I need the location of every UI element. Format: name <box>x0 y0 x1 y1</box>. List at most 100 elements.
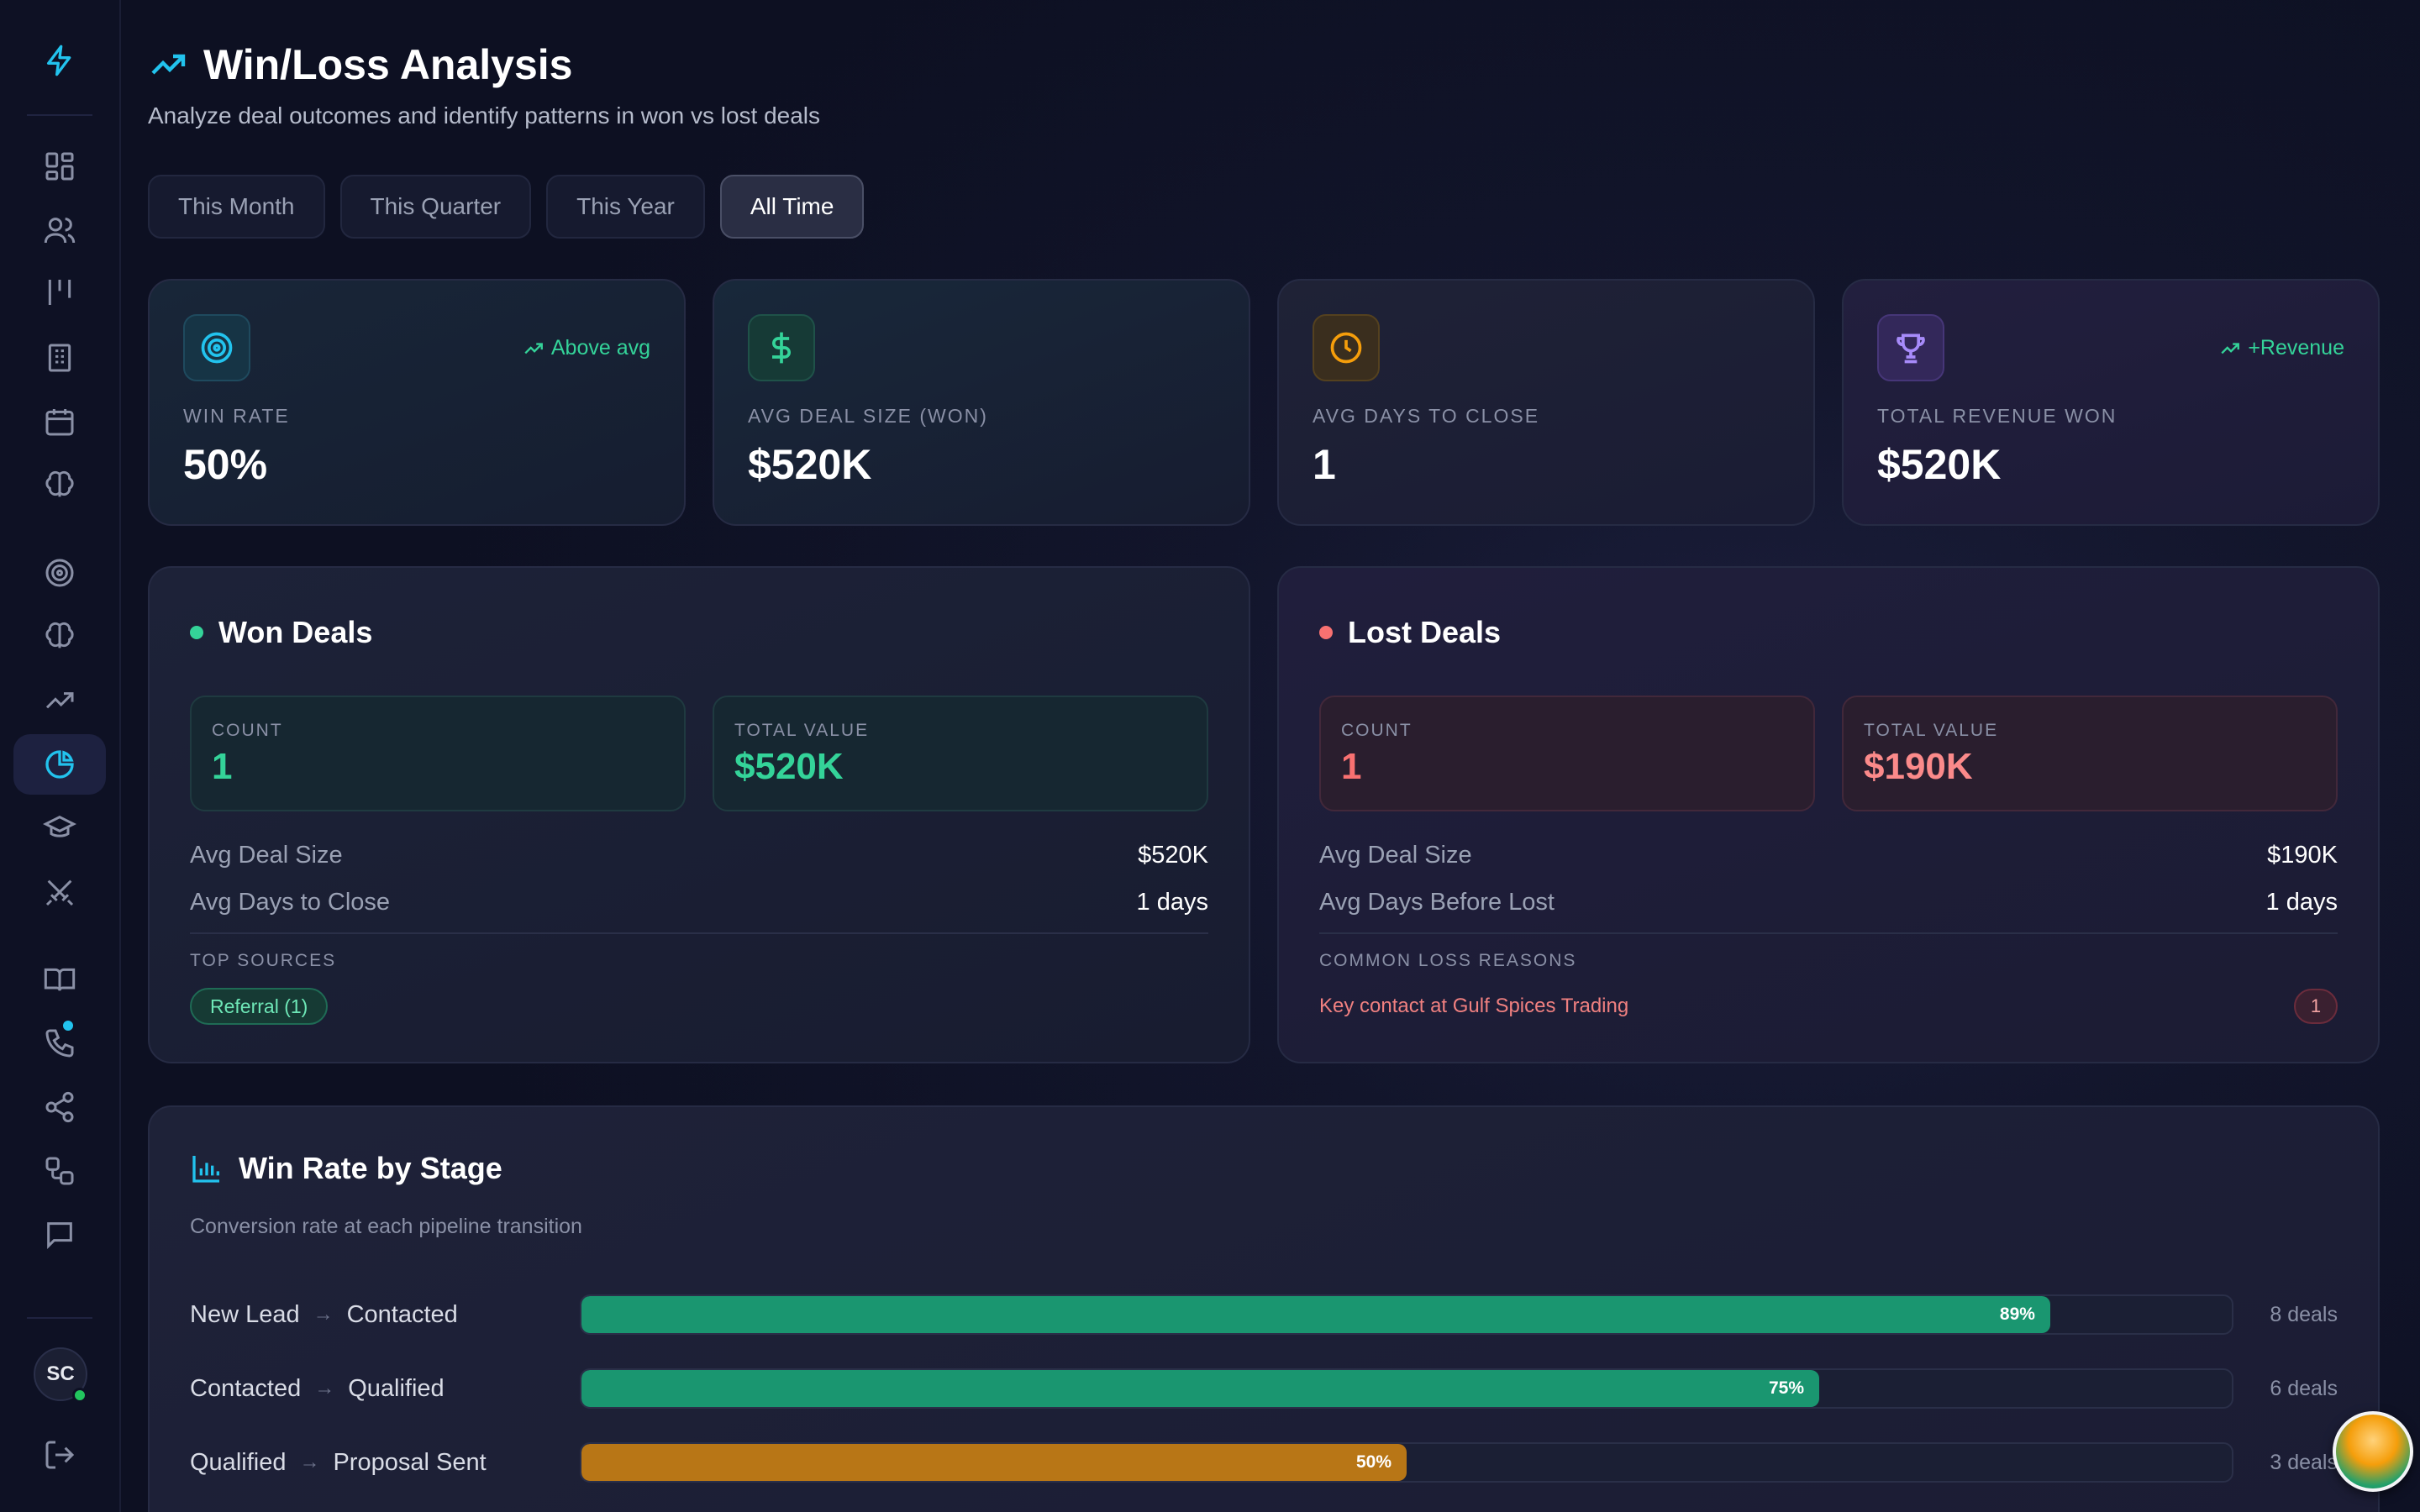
clock-icon <box>1313 314 1380 381</box>
stage-row: Qualified → Proposal Sent 50% 3 deals <box>190 1441 2338 1483</box>
progress-fill: 50% <box>581 1444 1407 1481</box>
stage-transition-label: Qualified → Proposal Sent <box>190 1449 580 1477</box>
loss-reason-item: Key contact at Gulf Spices Trading 1 <box>1319 988 2338 1025</box>
rate-label: 50% <box>1355 1452 1392 1472</box>
won-avg-size-value: $520K <box>1138 842 1208 869</box>
lost-avg-days-row: Avg Days Before Lost 1 days <box>1319 889 2338 916</box>
loss-reason-count-badge: 1 <box>2294 989 2338 1024</box>
kpi-card-win-rate: Above avg WIN RATE 50% <box>148 279 686 526</box>
target-icon <box>183 314 250 381</box>
brain-icon-2[interactable] <box>13 606 106 667</box>
stage-title-text: Win Rate by Stage <box>239 1151 502 1185</box>
rate-label: 89% <box>1999 1305 2035 1324</box>
won-status-dot <box>190 626 203 639</box>
logout-icon[interactable] <box>13 1425 106 1485</box>
trend-text: +Revenue <box>2248 336 2344 360</box>
trend-badge: +Revenue <box>2219 336 2344 360</box>
source-tag[interactable]: Referral (1) <box>190 988 329 1025</box>
kpi-label: TOTAL REVENUE WON <box>1877 405 2118 427</box>
loss-reasons-label: COMMON LOSS REASONS <box>1319 951 1577 970</box>
won-avg-days-value: 1 days <box>1136 889 1208 916</box>
dollar-icon <box>748 314 815 381</box>
lost-status-dot <box>1319 626 1333 639</box>
kpi-label: AVG DAYS TO CLOSE <box>1313 405 1540 427</box>
deals-count: 8 deals <box>2270 1302 2338 1326</box>
won-count-value: 1 <box>212 746 233 787</box>
stage-from: Contacted <box>190 1374 302 1402</box>
won-count-box: COUNT 1 <box>190 696 686 811</box>
top-sources-label: TOP SOURCES <box>190 951 337 970</box>
logo-bolt-icon[interactable] <box>13 30 106 91</box>
lost-avg-days-value: 1 days <box>2265 889 2338 916</box>
swords-icon[interactable] <box>13 862 106 922</box>
kpi-value: 50% <box>183 441 268 488</box>
trending-up-icon[interactable] <box>13 670 106 731</box>
brain-icon[interactable] <box>13 455 106 516</box>
stage-subtitle: Conversion rate at each pipeline transit… <box>190 1215 582 1238</box>
tab-this-quarter[interactable]: This Quarter <box>339 175 532 239</box>
page-title: Win/Loss Analysis <box>203 41 573 88</box>
kpi-card-avg-days: AVG DAYS TO CLOSE 1 <box>1277 279 1815 526</box>
stage-transition-label: New Lead → Contacted <box>190 1301 580 1329</box>
period-tabs: This Month This Quarter This Year All Ti… <box>148 175 865 239</box>
kpi-value: $520K <box>1877 441 2002 488</box>
progress-track: 75% <box>580 1368 2233 1409</box>
trend-badge: Above avg <box>523 336 650 360</box>
message-icon[interactable] <box>13 1205 106 1265</box>
stage-row: Contacted → Qualified 75% 6 deals <box>190 1368 2338 1410</box>
won-total-value: $520K <box>734 746 844 787</box>
lost-avg-days-label: Avg Days Before Lost <box>1319 889 1555 916</box>
won-avg-size-label: Avg Deal Size <box>190 842 343 869</box>
sidebar-divider-2 <box>27 1317 92 1319</box>
lost-total-box: TOTAL VALUE $190K <box>1842 696 2338 811</box>
stage-to: Qualified <box>348 1374 445 1402</box>
target-icon[interactable] <box>13 543 106 603</box>
stage-row: New Lead → Contacted 89% 8 deals <box>190 1294 2338 1336</box>
graduation-cap-icon[interactable] <box>13 798 106 858</box>
deals-count: 3 deals <box>2270 1450 2338 1474</box>
progress-track: 89% <box>580 1294 2233 1335</box>
trending-up-icon <box>151 54 186 75</box>
trending-up-icon <box>2221 342 2240 354</box>
book-icon[interactable] <box>13 949 106 1010</box>
arrow-right-icon: → <box>299 1451 320 1473</box>
tab-all-time[interactable]: All Time <box>719 175 865 239</box>
pie-chart-icon[interactable] <box>13 734 106 795</box>
kpi-value: 1 <box>1313 441 1336 488</box>
workflow-icon[interactable] <box>13 1141 106 1201</box>
share-icon[interactable] <box>13 1077 106 1137</box>
trophy-icon <box>1877 314 1944 381</box>
contacts-icon[interactable] <box>13 200 106 260</box>
lost-avg-size-value: $190K <box>2267 842 2338 869</box>
deals-count: 6 deals <box>2270 1376 2338 1400</box>
online-status-dot <box>72 1388 87 1403</box>
page-header: Win/Loss Analysis <box>148 40 572 89</box>
arrow-right-icon: → <box>313 1303 334 1326</box>
phone-icon[interactable] <box>13 1013 106 1074</box>
stage-from: New Lead <box>190 1300 300 1328</box>
arrow-right-icon: → <box>314 1377 335 1399</box>
kpi-value: $520K <box>748 441 872 488</box>
stage-to: Proposal Sent <box>333 1448 487 1476</box>
stage-to: Contacted <box>346 1300 458 1328</box>
assistant-widget-icon[interactable] <box>2333 1411 2413 1492</box>
divider <box>1319 932 2338 934</box>
progress-fill: 89% <box>581 1296 2050 1333</box>
sidebar: SC <box>0 0 121 1512</box>
pipeline-icon[interactable] <box>13 262 106 323</box>
won-avg-size-row: Avg Deal Size $520K <box>190 842 1208 869</box>
divider <box>190 932 1208 934</box>
page-subtitle: Analyze deal outcomes and identify patte… <box>148 102 821 129</box>
won-deals-card: Won Deals COUNT 1 TOTAL VALUE $520K Avg … <box>148 566 1250 1063</box>
lost-count-label: COUNT <box>1341 721 1413 740</box>
lost-deals-card: Lost Deals COUNT 1 TOTAL VALUE $190K Avg… <box>1277 566 2380 1063</box>
lost-deals-title: Lost Deals <box>1319 615 1501 650</box>
rate-label: 75% <box>1768 1378 1804 1398</box>
progress-track: 50% <box>580 1442 2233 1483</box>
bar-chart-icon <box>192 1156 219 1183</box>
calendar-icon[interactable] <box>13 391 106 452</box>
tab-this-month[interactable]: This Month <box>148 175 325 239</box>
building-icon[interactable] <box>13 328 106 388</box>
tab-this-year[interactable]: This Year <box>546 175 705 239</box>
dashboard-icon[interactable] <box>13 136 106 197</box>
